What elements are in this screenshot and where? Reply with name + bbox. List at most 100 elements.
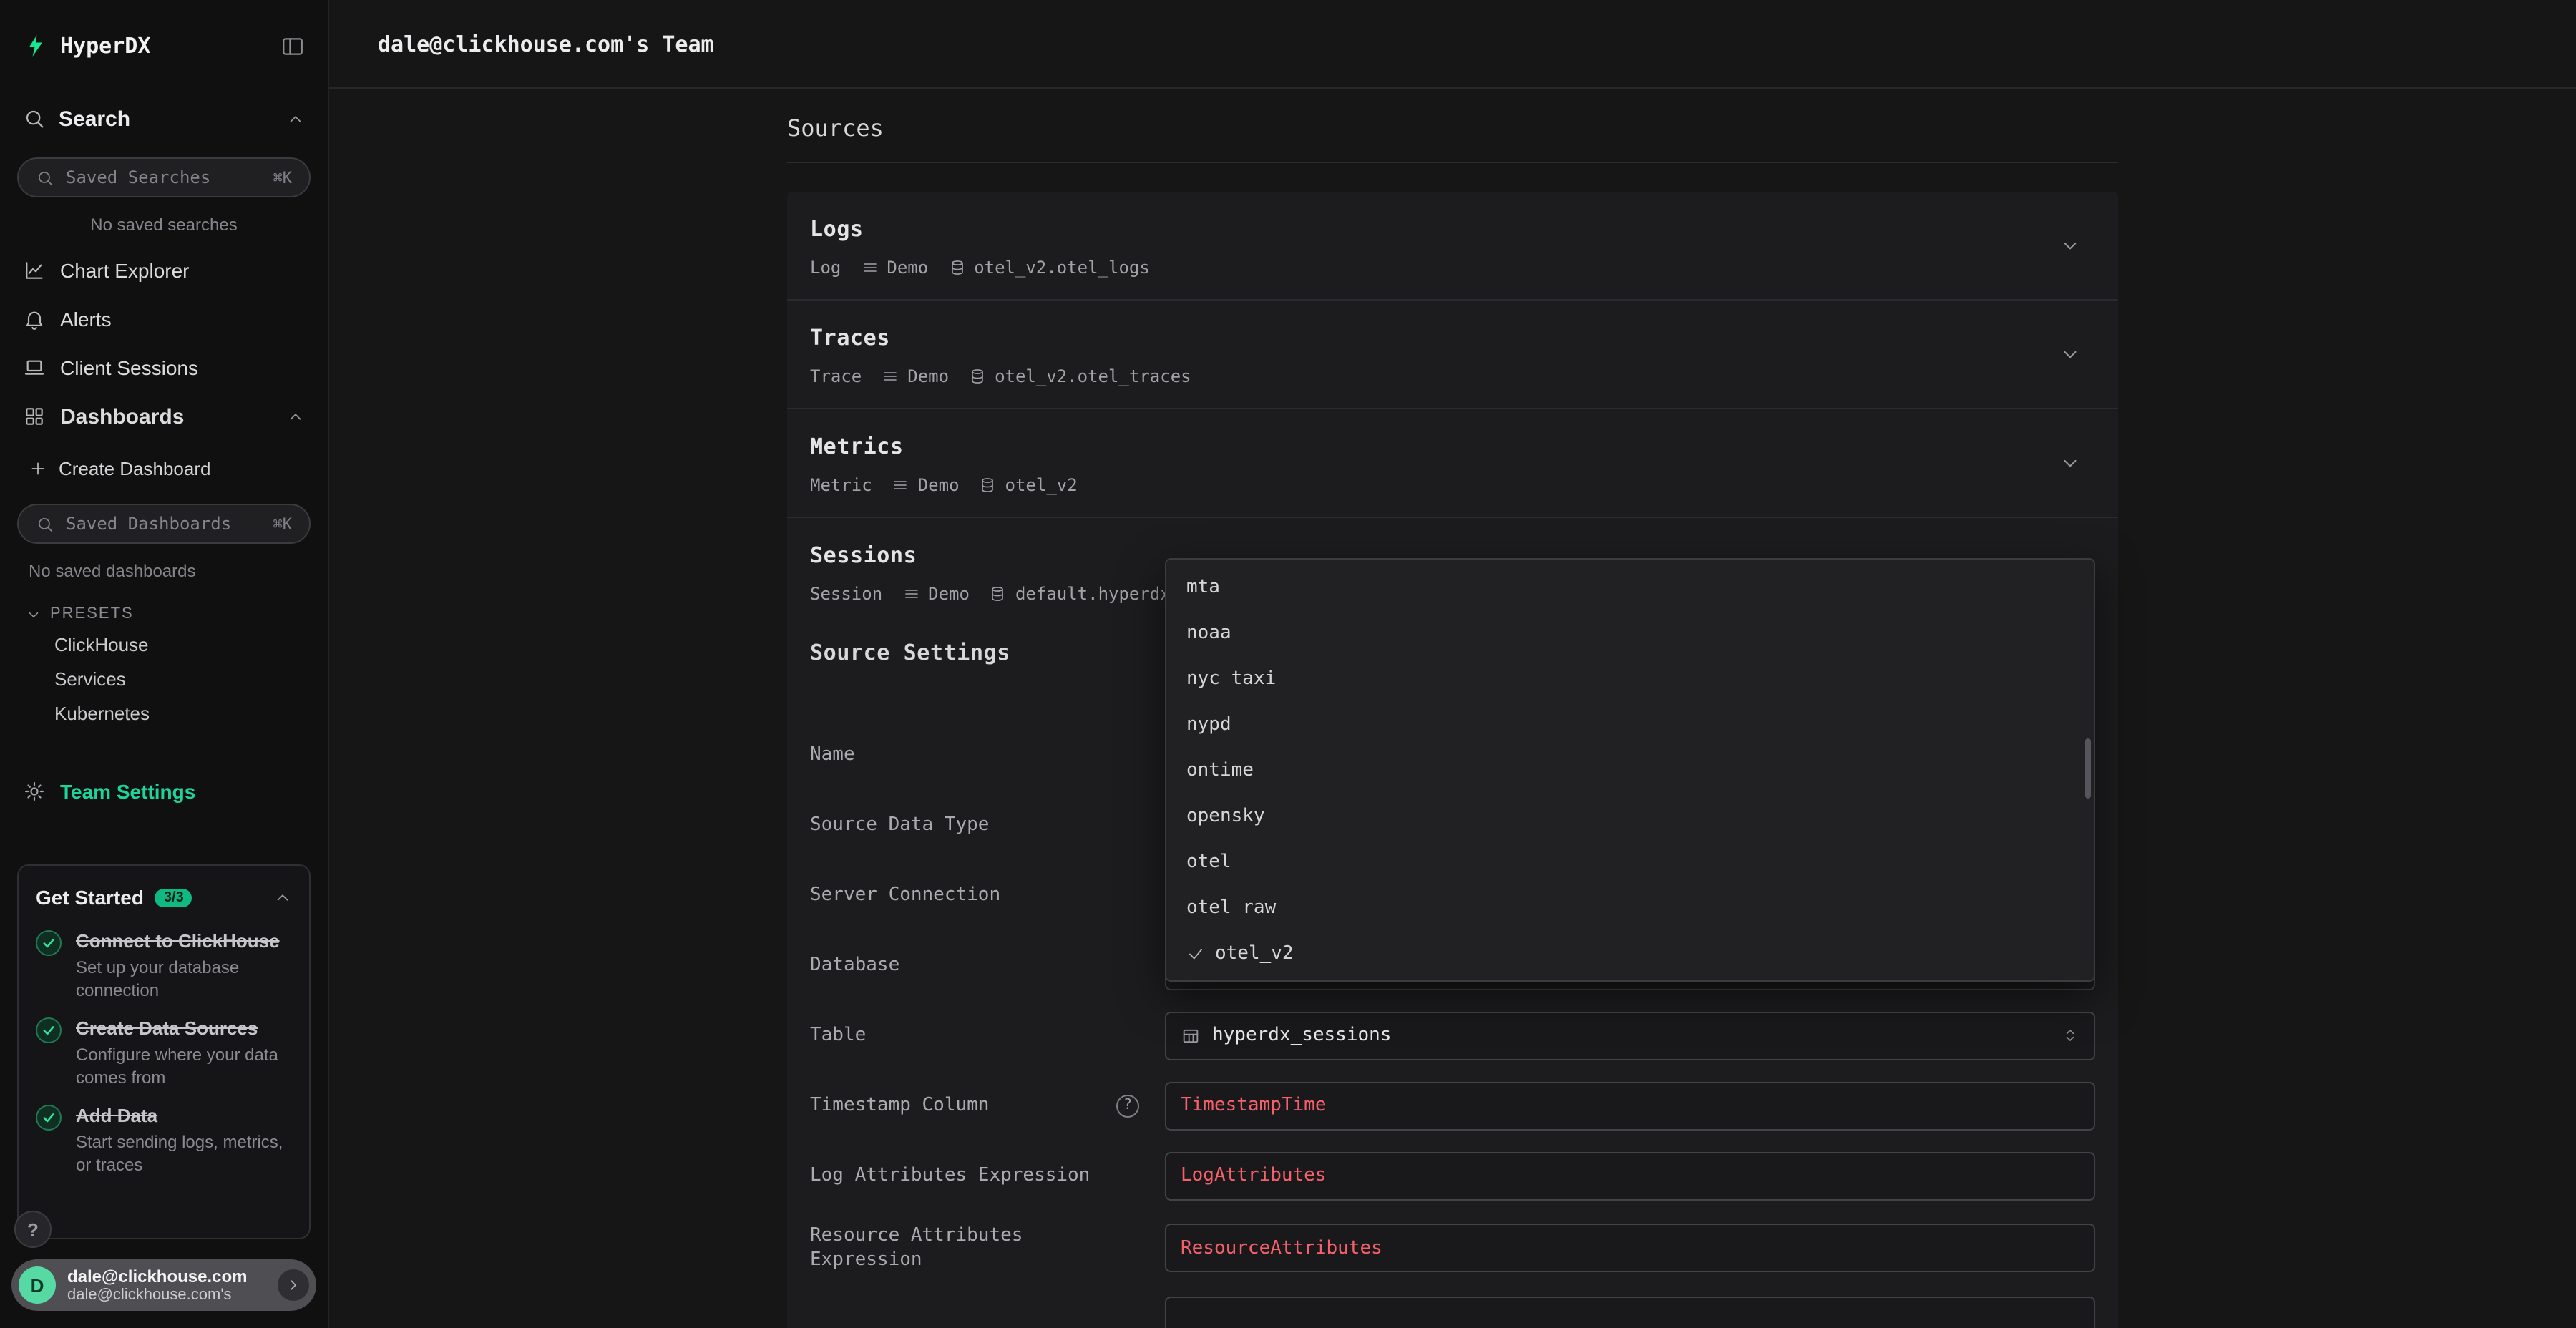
get-started-title: Get Started xyxy=(36,886,144,909)
create-dashboard-button[interactable]: Create Dashboard xyxy=(0,444,328,492)
source-connection: Demo xyxy=(918,475,960,495)
dropdown-option-ontime[interactable]: ontime xyxy=(1166,747,2094,793)
source-type-label: Session xyxy=(810,584,882,604)
sidebar-item-chart-explorer[interactable]: Chart Explorer xyxy=(0,246,328,295)
presets-label: PRESETS xyxy=(50,605,134,622)
preset-item-services[interactable]: Services xyxy=(0,661,328,695)
source-type-label: Log xyxy=(810,258,841,278)
source-name: Traces xyxy=(810,325,2095,351)
get-started-item-add-data[interactable]: Add Data Start sending logs, metrics, or… xyxy=(36,1103,292,1176)
source-connection: Demo xyxy=(928,584,970,604)
form-row-log-attributes: Log Attributes Expression LogAttributes xyxy=(810,1141,2095,1211)
preset-item-kubernetes[interactable]: Kubernetes xyxy=(0,695,328,730)
dropdown-option-nypd[interactable]: nypd xyxy=(1166,701,2094,747)
get-started-item-sources[interactable]: Create Data Sources Configure where your… xyxy=(36,1016,292,1089)
help-button[interactable]: ? xyxy=(14,1211,52,1248)
presets-toggle[interactable]: PRESETS xyxy=(0,601,328,627)
source-connection: Demo xyxy=(907,366,949,386)
chevron-up-icon xyxy=(286,407,305,426)
saved-dashboards-input[interactable]: Saved Dashboards ⌘K xyxy=(17,504,311,544)
timestamp-column-input[interactable]: TimestampTime xyxy=(1165,1081,2095,1130)
gear-icon xyxy=(23,780,46,803)
preset-item-clickhouse[interactable]: ClickHouse xyxy=(0,627,328,661)
table-select[interactable]: hyperdx_sessions xyxy=(1165,1011,2095,1060)
check-icon xyxy=(1186,944,1205,962)
timestamp-column-label: Timestamp Column xyxy=(810,1093,989,1118)
database-icon xyxy=(948,259,965,276)
get-started-item-connect[interactable]: Connect to ClickHouse Set up your databa… xyxy=(36,929,292,1002)
check-circle-icon xyxy=(36,930,62,956)
nav-label: Client Sessions xyxy=(60,356,198,379)
get-started-item-desc: Configure where your data comes from xyxy=(76,1043,292,1089)
bell-icon xyxy=(23,308,46,331)
dropdown-scrollbar[interactable] xyxy=(2085,738,2091,799)
shortcut-badge: ⌘K xyxy=(273,514,293,533)
topbar: dale@clickhouse.com's Team xyxy=(329,0,2576,89)
brand-row: HyperDX xyxy=(0,0,328,92)
name-label: Name xyxy=(810,743,855,767)
team-settings-button[interactable]: Team Settings xyxy=(0,767,328,816)
chevron-down-icon[interactable] xyxy=(2059,343,2081,365)
option-label: otel_v2 xyxy=(1215,942,1294,964)
team-settings-content: Sources Logs Log Demo otel_v2.otel_logs xyxy=(787,89,2118,1328)
saved-dashboards-placeholder: Saved Dashboards xyxy=(66,514,262,534)
sidebar-collapse-icon[interactable] xyxy=(280,34,305,58)
source-type-label: Trace xyxy=(810,366,862,386)
sidebar-item-dashboards[interactable]: Dashboards xyxy=(0,392,328,441)
log-attributes-input[interactable]: LogAttributes xyxy=(1165,1151,2095,1200)
form-row-cutoff xyxy=(810,1285,2095,1328)
dropdown-option-opensky[interactable]: opensky xyxy=(1166,793,2094,839)
team-title: dale@clickhouse.com's Team xyxy=(378,31,714,57)
brand-name: HyperDX xyxy=(60,33,269,59)
dropdown-option-otel-raw[interactable]: otel_raw xyxy=(1166,884,2094,930)
log-attributes-label: Log Attributes Expression xyxy=(810,1163,1090,1188)
option-label: opensky xyxy=(1186,805,1265,826)
list-icon xyxy=(882,368,899,385)
get-started-item-desc: Start sending logs, metrics, or traces xyxy=(76,1131,292,1176)
source-section-logs: Logs Log Demo otel_v2.otel_logs xyxy=(787,192,2118,299)
chevron-up-icon xyxy=(273,888,292,907)
user-email: dale@clickhouse.com xyxy=(67,1266,266,1286)
divider xyxy=(787,162,2118,163)
avatar: D xyxy=(19,1266,56,1304)
resource-attributes-input[interactable]: ResourceAttributes xyxy=(1165,1224,2095,1272)
grid-icon xyxy=(23,405,46,428)
source-table: otel_v2.otel_logs xyxy=(974,258,1150,278)
get-started-item-title: Create Data Sources xyxy=(76,1016,292,1040)
user-menu[interactable]: D dale@clickhouse.com dale@clickhouse.co… xyxy=(11,1259,316,1311)
chevron-down-icon[interactable] xyxy=(2059,235,2081,256)
dropdown-option-nyc-taxi[interactable]: nyc_taxi xyxy=(1166,655,2094,701)
get-started-item-desc: Set up your database connection xyxy=(76,956,292,1002)
saved-searches-input[interactable]: Saved Searches ⌘K xyxy=(17,157,311,197)
dropdown-option-otel[interactable]: otel xyxy=(1166,839,2094,884)
cutoff-input[interactable] xyxy=(1165,1297,2095,1328)
source-name: Logs xyxy=(810,216,2095,242)
dropdown-option-mta[interactable]: mta xyxy=(1166,564,2094,610)
chevron-down-icon[interactable] xyxy=(2059,452,2081,474)
database-icon xyxy=(990,585,1007,602)
search-section-label: Search xyxy=(59,107,130,131)
sidebar-item-client-sessions[interactable]: Client Sessions xyxy=(0,343,328,392)
dropdown-option-noaa[interactable]: noaa xyxy=(1166,610,2094,655)
dropdown-option-otel-v2-selected[interactable]: otel_v2 xyxy=(1166,930,2094,976)
database-icon xyxy=(980,477,997,494)
chevron-down-icon xyxy=(26,606,42,622)
get-started-item-title: Connect to ClickHouse xyxy=(76,929,292,953)
create-dashboard-label: Create Dashboard xyxy=(59,457,210,479)
get-started-header[interactable]: Get Started 3/3 xyxy=(36,880,292,914)
get-started-progress-badge: 3/3 xyxy=(155,888,192,907)
app-root: HyperDX Search Saved Searches ⌘K No save… xyxy=(0,0,2576,1328)
form-row-resource-attributes: Resource Attributes Expression ResourceA… xyxy=(810,1211,2095,1285)
no-saved-dashboards-text: No saved dashboards xyxy=(0,561,328,581)
database-label: Database xyxy=(810,953,899,977)
search-icon xyxy=(36,514,54,533)
search-icon xyxy=(23,107,46,130)
sidebar-section-search[interactable]: Search xyxy=(0,92,328,146)
sidebar-item-alerts[interactable]: Alerts xyxy=(0,295,328,343)
help-label: ? xyxy=(27,1219,39,1240)
question-icon[interactable]: ? xyxy=(1116,1094,1139,1117)
list-icon xyxy=(892,477,909,494)
nav-label: Alerts xyxy=(60,308,112,331)
updown-chevrons-icon[interactable] xyxy=(2061,1026,2079,1045)
source-table: otel_v2 xyxy=(1005,475,1078,495)
